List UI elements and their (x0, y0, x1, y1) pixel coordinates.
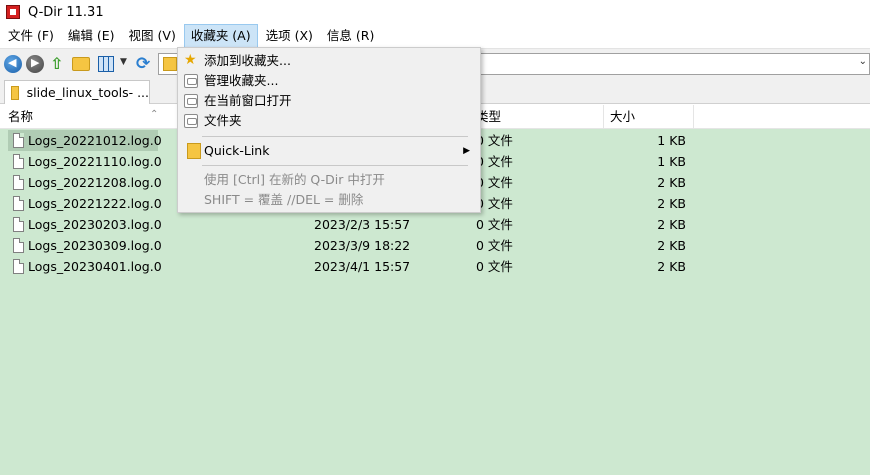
menu-view[interactable]: 视图 (V) (123, 24, 182, 48)
window-icon (184, 114, 198, 128)
star-add-icon: ★ (184, 52, 197, 68)
file-row[interactable]: Logs_20230309.log.0 2023/3/9 18:22 0 文件 … (0, 235, 870, 256)
file-size: 2 KB (657, 238, 686, 253)
up-folder-icon[interactable]: ⇧ (50, 54, 66, 74)
file-type: 0 文件 (476, 259, 513, 274)
folder-icon (187, 143, 201, 159)
file-row[interactable]: Logs_20230401.log.0 2023/4/1 15:57 0 文件 … (0, 256, 870, 277)
menu-open-current-window[interactable]: 在当前窗口打开 (180, 91, 478, 111)
menu-options[interactable]: 选项 (X) (260, 24, 319, 48)
refresh-icon[interactable]: ⟳ (136, 54, 150, 74)
file-date: 2023/2/3 15:57 (314, 217, 411, 232)
menu-add-favorite[interactable]: ★ 添加到收藏夹... (180, 51, 478, 71)
menu-favorites[interactable]: 收藏夹 (A) (183, 24, 258, 48)
menu-separator (202, 136, 468, 137)
menu-hint-ctrl: 使用 [Ctrl] 在新的 Q-Dir 中打开 (180, 170, 478, 190)
window-icon (184, 94, 198, 108)
menu-quick-link-label: Quick-Link (204, 143, 270, 158)
file-icon (13, 196, 24, 211)
tab-slide-linux-tools[interactable]: slide_linux_tools- ... (4, 80, 150, 104)
file-size: 2 KB (657, 196, 686, 211)
file-type: 0 文件 (476, 196, 513, 211)
file-icon (13, 175, 24, 190)
column-size[interactable]: 大小 (604, 105, 694, 129)
file-date: 2023/3/9 18:22 (314, 238, 411, 253)
menu-folder-label: 文件夹 (204, 113, 242, 128)
file-type: 0 文件 (476, 133, 513, 148)
menu-open-current-window-label: 在当前窗口打开 (204, 93, 292, 108)
submenu-arrow-icon: ▶ (463, 146, 470, 156)
file-date: 2023/4/1 15:57 (314, 259, 411, 274)
menu-separator (202, 165, 468, 166)
window-title: Q-Dir 11.31 (28, 4, 104, 20)
file-name: Logs_20230401.log.0 (28, 259, 162, 274)
file-size: 2 KB (657, 175, 686, 190)
file-name: Logs_20230309.log.0 (28, 238, 162, 253)
menu-bar: 文件 (F) 编辑 (E) 视图 (V) 收藏夹 (A) 选项 (X) 信息 (… (0, 24, 870, 48)
file-name-cell: Logs_20221208.log.0 (8, 172, 162, 193)
menu-info[interactable]: 信息 (R) (321, 24, 380, 48)
folder-icon (11, 85, 19, 100)
file-icon (13, 154, 24, 169)
file-size: 2 KB (657, 259, 686, 274)
new-folder-icon[interactable] (72, 57, 90, 71)
address-folder-icon (163, 57, 177, 71)
menu-hint-shift: SHIFT = 覆盖 //DEL = 删除 (180, 190, 478, 210)
file-type: 0 文件 (476, 154, 513, 169)
file-name: Logs_20221012.log.0 (28, 133, 162, 148)
file-name-cell: Logs_20221110.log.0 (8, 151, 162, 172)
file-name: Logs_20221110.log.0 (28, 154, 162, 169)
window-icon (184, 74, 198, 88)
file-type: 0 文件 (476, 217, 513, 232)
column-size-label: 大小 (610, 109, 636, 124)
tab-label: slide_linux_tools- ... (26, 85, 149, 100)
file-size: 1 KB (657, 133, 686, 148)
view-mode-icon[interactable] (98, 56, 114, 72)
file-name: Logs_20221222.log.0 (28, 196, 162, 211)
file-icon (13, 238, 24, 253)
file-name: Logs_20221208.log.0 (28, 175, 162, 190)
title-bar: Q-Dir 11.31 (0, 0, 870, 24)
menu-add-favorite-label: 添加到收藏夹... (204, 53, 291, 68)
menu-file[interactable]: 文件 (F) (2, 24, 60, 48)
file-size: 2 KB (657, 217, 686, 232)
column-name-label: 名称 (8, 109, 34, 124)
file-icon (13, 133, 24, 148)
favorites-dropdown: ★ 添加到收藏夹... 管理收藏夹... 在当前窗口打开 文件夹 Quick-L… (177, 47, 481, 213)
file-name-cell: Logs_20230401.log.0 (8, 256, 162, 277)
back-icon[interactable] (4, 55, 22, 73)
menu-manage-favorites[interactable]: 管理收藏夹... (180, 71, 478, 91)
menu-manage-favorites-label: 管理收藏夹... (204, 73, 279, 88)
file-row[interactable]: Logs_20230203.log.0 2023/2/3 15:57 0 文件 … (0, 214, 870, 235)
menu-hint-ctrl-label: 使用 [Ctrl] 在新的 Q-Dir 中打开 (204, 172, 385, 187)
menu-quick-link[interactable]: Quick-Link ▶ (180, 141, 478, 161)
menu-edit[interactable]: 编辑 (E) (62, 24, 121, 48)
address-dropdown-icon[interactable]: ⌄ (859, 56, 867, 67)
file-name: Logs_20230203.log.0 (28, 217, 162, 232)
file-type: 0 文件 (476, 175, 513, 190)
file-name-cell: Logs_20230203.log.0 (8, 214, 162, 235)
sort-arrow-icon: ⌃ (150, 109, 159, 120)
file-name-cell: Logs_20221012.log.0 (8, 130, 162, 151)
app-icon (6, 5, 20, 19)
file-name-cell: Logs_20230309.log.0 (8, 235, 162, 256)
file-name-cell: Logs_20221222.log.0 (8, 193, 162, 214)
menu-folder[interactable]: 文件夹 (180, 111, 478, 131)
forward-icon[interactable] (26, 55, 44, 73)
file-icon (13, 259, 24, 274)
file-type: 0 文件 (476, 238, 513, 253)
menu-hint-shift-label: SHIFT = 覆盖 //DEL = 删除 (204, 192, 364, 207)
file-icon (13, 217, 24, 232)
view-dropdown-icon[interactable]: ▼ (120, 57, 127, 67)
column-type[interactable]: 类型 (468, 105, 604, 129)
file-size: 1 KB (657, 154, 686, 169)
